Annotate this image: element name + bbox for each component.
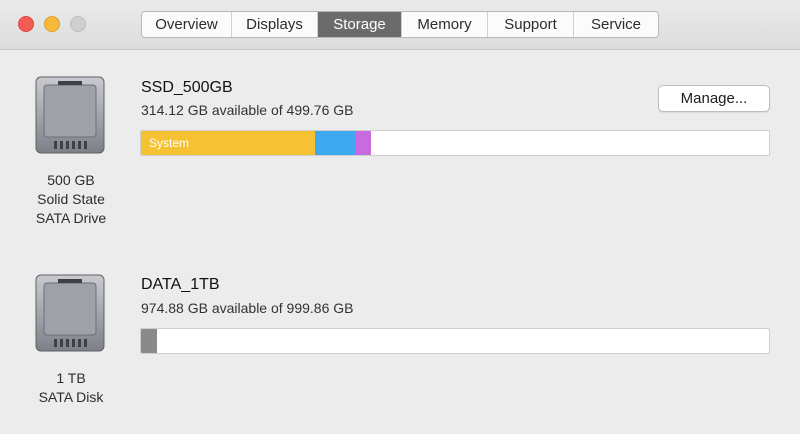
tab-service[interactable]: Service — [574, 12, 658, 37]
title-bar: Overview Displays Storage Memory Support… — [0, 0, 800, 50]
usage-segment — [355, 131, 372, 155]
close-button[interactable] — [18, 16, 34, 32]
drive-name: SSD_500GB — [141, 79, 233, 96]
drive-capacity: 1 TB — [56, 370, 86, 386]
drive-interface: SATA Disk — [38, 389, 104, 405]
minimize-button[interactable] — [44, 16, 60, 32]
storage-usage-bar: System — [140, 130, 770, 156]
drive-capacity: 500 GB — [47, 172, 95, 188]
usage-segment-label: System — [149, 136, 190, 150]
usage-segment — [314, 131, 356, 155]
zoom-button[interactable] — [70, 16, 86, 32]
tab-memory[interactable]: Memory — [402, 12, 488, 37]
storage-panel: 500 GB Solid State SATA Drive SSD_500GB … — [0, 51, 800, 434]
hard-drive-icon — [34, 73, 106, 157]
tab-bar: Overview Displays Storage Memory Support… — [141, 11, 659, 38]
drive-type: Solid State — [37, 191, 105, 207]
usage-segment: System — [141, 131, 315, 155]
manage-button[interactable]: Manage... — [658, 85, 770, 112]
drive-interface: SATA Drive — [35, 210, 107, 226]
drive-available: 314.12 GB available of 499.76 GB — [141, 102, 354, 118]
hard-drive-icon — [34, 271, 106, 355]
tab-storage[interactable]: Storage — [318, 12, 402, 37]
tab-support[interactable]: Support — [488, 12, 574, 37]
tab-overview[interactable]: Overview — [142, 12, 232, 37]
usage-segment — [141, 329, 157, 353]
tab-displays[interactable]: Displays — [232, 12, 318, 37]
drive-available: 974.88 GB available of 999.86 GB — [141, 300, 354, 316]
drive-name: DATA_1TB — [141, 276, 220, 293]
drive-caption: 1 TB SATA Disk — [16, 369, 126, 407]
drive-caption: 500 GB Solid State SATA Drive — [16, 171, 126, 228]
storage-usage-bar — [140, 328, 770, 354]
